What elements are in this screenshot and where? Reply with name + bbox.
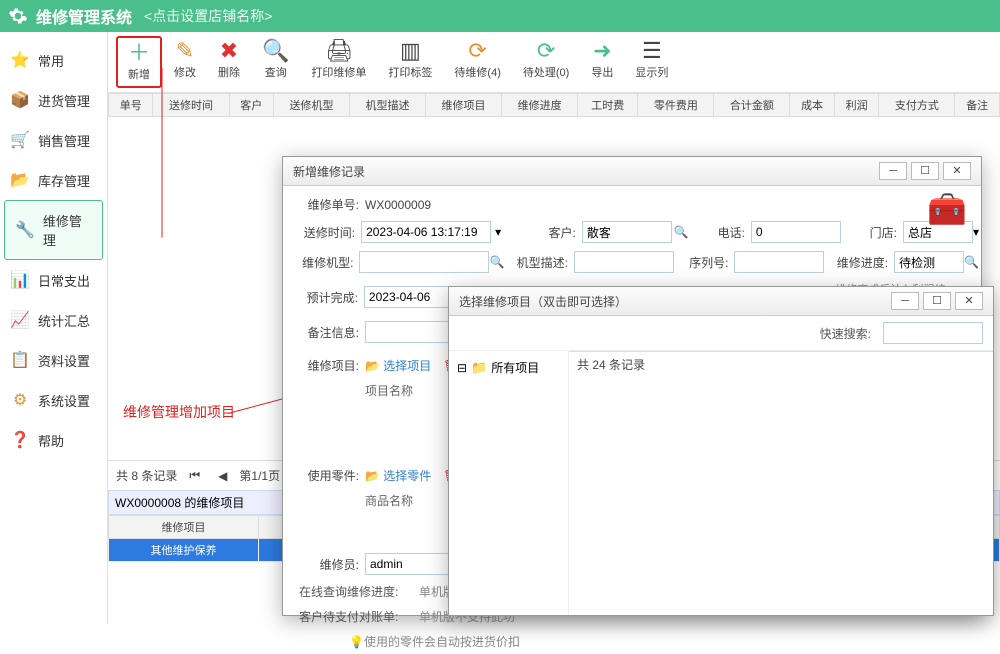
- dialog-title: 新增维修记录: [293, 163, 365, 180]
- toolbar-icon: ☰: [642, 40, 662, 62]
- toolbar-icon: ⟳: [537, 40, 555, 62]
- toolbar-打印标签[interactable]: ▥打印标签: [378, 36, 442, 88]
- search-icon[interactable]: 🔍: [964, 255, 979, 269]
- sidebar-item-库存管理[interactable]: 📂库存管理: [0, 160, 107, 200]
- toolbar-icon: ▥: [400, 40, 421, 62]
- quick-search-input[interactable]: [883, 322, 983, 344]
- dialog2-toolbar: 快速搜索:: [449, 316, 993, 351]
- dialog-title-bar[interactable]: 新增维修记录 ─ ☐ ✕: [283, 157, 981, 186]
- page-indicator: 第1/1页: [239, 467, 280, 484]
- annotation-arrow: [162, 68, 163, 238]
- repair-no: WX0000009: [365, 198, 431, 212]
- sidebar-icon: ❓: [10, 430, 30, 450]
- category-tree[interactable]: ⊟📁所有项目: [449, 351, 569, 615]
- toolbar-查询[interactable]: 🔍查询: [252, 36, 299, 88]
- sidebar-item-帮助[interactable]: ❓帮助: [0, 420, 107, 460]
- toolbar-icon: ➜: [593, 40, 611, 62]
- chevron-down-icon[interactable]: ▾: [973, 225, 979, 239]
- sidebar-icon: 🔧: [15, 220, 35, 240]
- progress-input[interactable]: [894, 251, 964, 273]
- sidebar-item-日常支出[interactable]: 📊日常支出: [0, 260, 107, 300]
- toolbox-icon: 🧰: [927, 190, 967, 228]
- record-count: 共 8 条记录: [116, 467, 177, 484]
- close-button[interactable]: ✕: [955, 292, 983, 310]
- sidebar: ⭐常用📦进货管理🛒销售管理📂库存管理🔧维修管理📊日常支出📈统计汇总📋资料设置⚙系…: [0, 32, 108, 624]
- app-title: 维修管理系统: [36, 4, 132, 28]
- time-input[interactable]: [361, 221, 491, 243]
- customer-input[interactable]: [582, 221, 672, 243]
- phone-input[interactable]: [751, 221, 841, 243]
- serial-input[interactable]: [734, 251, 824, 273]
- sidebar-item-销售管理[interactable]: 🛒销售管理: [0, 120, 107, 160]
- toolbar-待处理(0)[interactable]: ⟳待处理(0): [513, 36, 579, 88]
- shop-name-hint[interactable]: <点击设置店铺名称>: [144, 6, 272, 26]
- sidebar-icon: ⚙: [10, 390, 30, 410]
- toolbar-新增[interactable]: ＋新增: [116, 36, 162, 88]
- sidebar-icon: 📈: [10, 310, 30, 330]
- model-input[interactable]: [359, 251, 489, 273]
- minimize-button[interactable]: ─: [879, 162, 907, 180]
- page-prev[interactable]: ◀: [212, 466, 233, 486]
- gear-icon: [8, 6, 28, 26]
- toolbar-待维修(4)[interactable]: ⟳待维修(4): [444, 36, 510, 88]
- toolbar-icon: ✖: [220, 40, 238, 62]
- minus-icon[interactable]: ⊟: [457, 361, 467, 375]
- toolbar-删除[interactable]: ✖删除: [208, 36, 250, 88]
- dialog2-title: 选择维修项目（双击即可选择）: [459, 293, 627, 310]
- sidebar-item-统计汇总[interactable]: 📈统计汇总: [0, 300, 107, 340]
- sidebar-icon: 🛒: [10, 130, 30, 150]
- page-first[interactable]: ⏮: [183, 465, 206, 486]
- sidebar-item-资料设置[interactable]: 📋资料设置: [0, 340, 107, 380]
- sidebar-item-系统设置[interactable]: ⚙系统设置: [0, 380, 107, 420]
- minimize-button[interactable]: ─: [891, 292, 919, 310]
- sidebar-item-进货管理[interactable]: 📦进货管理: [0, 80, 107, 120]
- dialog2-count: 共 24 条记录: [577, 356, 645, 373]
- toolbar-修改[interactable]: ✎修改: [164, 36, 206, 88]
- sidebar-icon: 📊: [10, 270, 30, 290]
- sidebar-item-维修管理[interactable]: 🔧维修管理: [4, 200, 103, 260]
- toolbar-icon: ＋: [128, 42, 150, 64]
- sidebar-icon: 📂: [10, 170, 30, 190]
- toolbar-显示列[interactable]: ☰显示列: [625, 36, 678, 88]
- toolbar-导出[interactable]: ➜导出: [581, 36, 623, 88]
- records-table[interactable]: 单号送修时间客户送修机型机型描述维修项目维修进度工时费零件费用合计金额成本利润支…: [108, 93, 1000, 117]
- sidebar-item-常用[interactable]: ⭐常用: [0, 40, 107, 80]
- dialog2-title-bar[interactable]: 选择维修项目（双击即可选择） ─ ☐ ✕: [449, 287, 993, 316]
- select-project-link[interactable]: 📂 选择项目: [365, 357, 431, 374]
- dialog-select-project: 选择维修项目（双击即可选择） ─ ☐ ✕ 快速搜索: ⊟📁所有项目 共 24 条…: [448, 286, 994, 616]
- app-header: 维修管理系统 <点击设置店铺名称>: [0, 0, 1000, 32]
- toolbar-icon: 🔍: [262, 40, 289, 62]
- maximize-button[interactable]: ☐: [911, 162, 939, 180]
- toolbar-icon: ⟳: [468, 40, 486, 62]
- desc-input[interactable]: [574, 251, 674, 273]
- folder-icon: 📁: [471, 360, 487, 376]
- select-parts-link[interactable]: 📂 选择零件: [365, 467, 431, 484]
- main-toolbar: ＋新增✎修改✖删除🔍查询🖨打印维修单▥打印标签⟳待维修(4)⟳待处理(0)➜导出…: [108, 32, 1000, 93]
- toolbar-icon: 🖨: [325, 40, 353, 62]
- sidebar-icon: 📦: [10, 90, 30, 110]
- annotation-text: 维修管理增加项目: [123, 402, 235, 422]
- sidebar-icon: ⭐: [10, 50, 30, 70]
- close-button[interactable]: ✕: [943, 162, 971, 180]
- maximize-button[interactable]: ☐: [923, 292, 951, 310]
- toolbar-打印维修单[interactable]: 🖨打印维修单: [301, 36, 376, 88]
- search-icon[interactable]: 🔍: [674, 225, 689, 239]
- sidebar-icon: 📋: [10, 350, 30, 370]
- bulb-icon: 💡: [349, 635, 364, 649]
- toolbar-icon: ✎: [176, 40, 194, 62]
- search-icon[interactable]: 🔍: [489, 255, 504, 269]
